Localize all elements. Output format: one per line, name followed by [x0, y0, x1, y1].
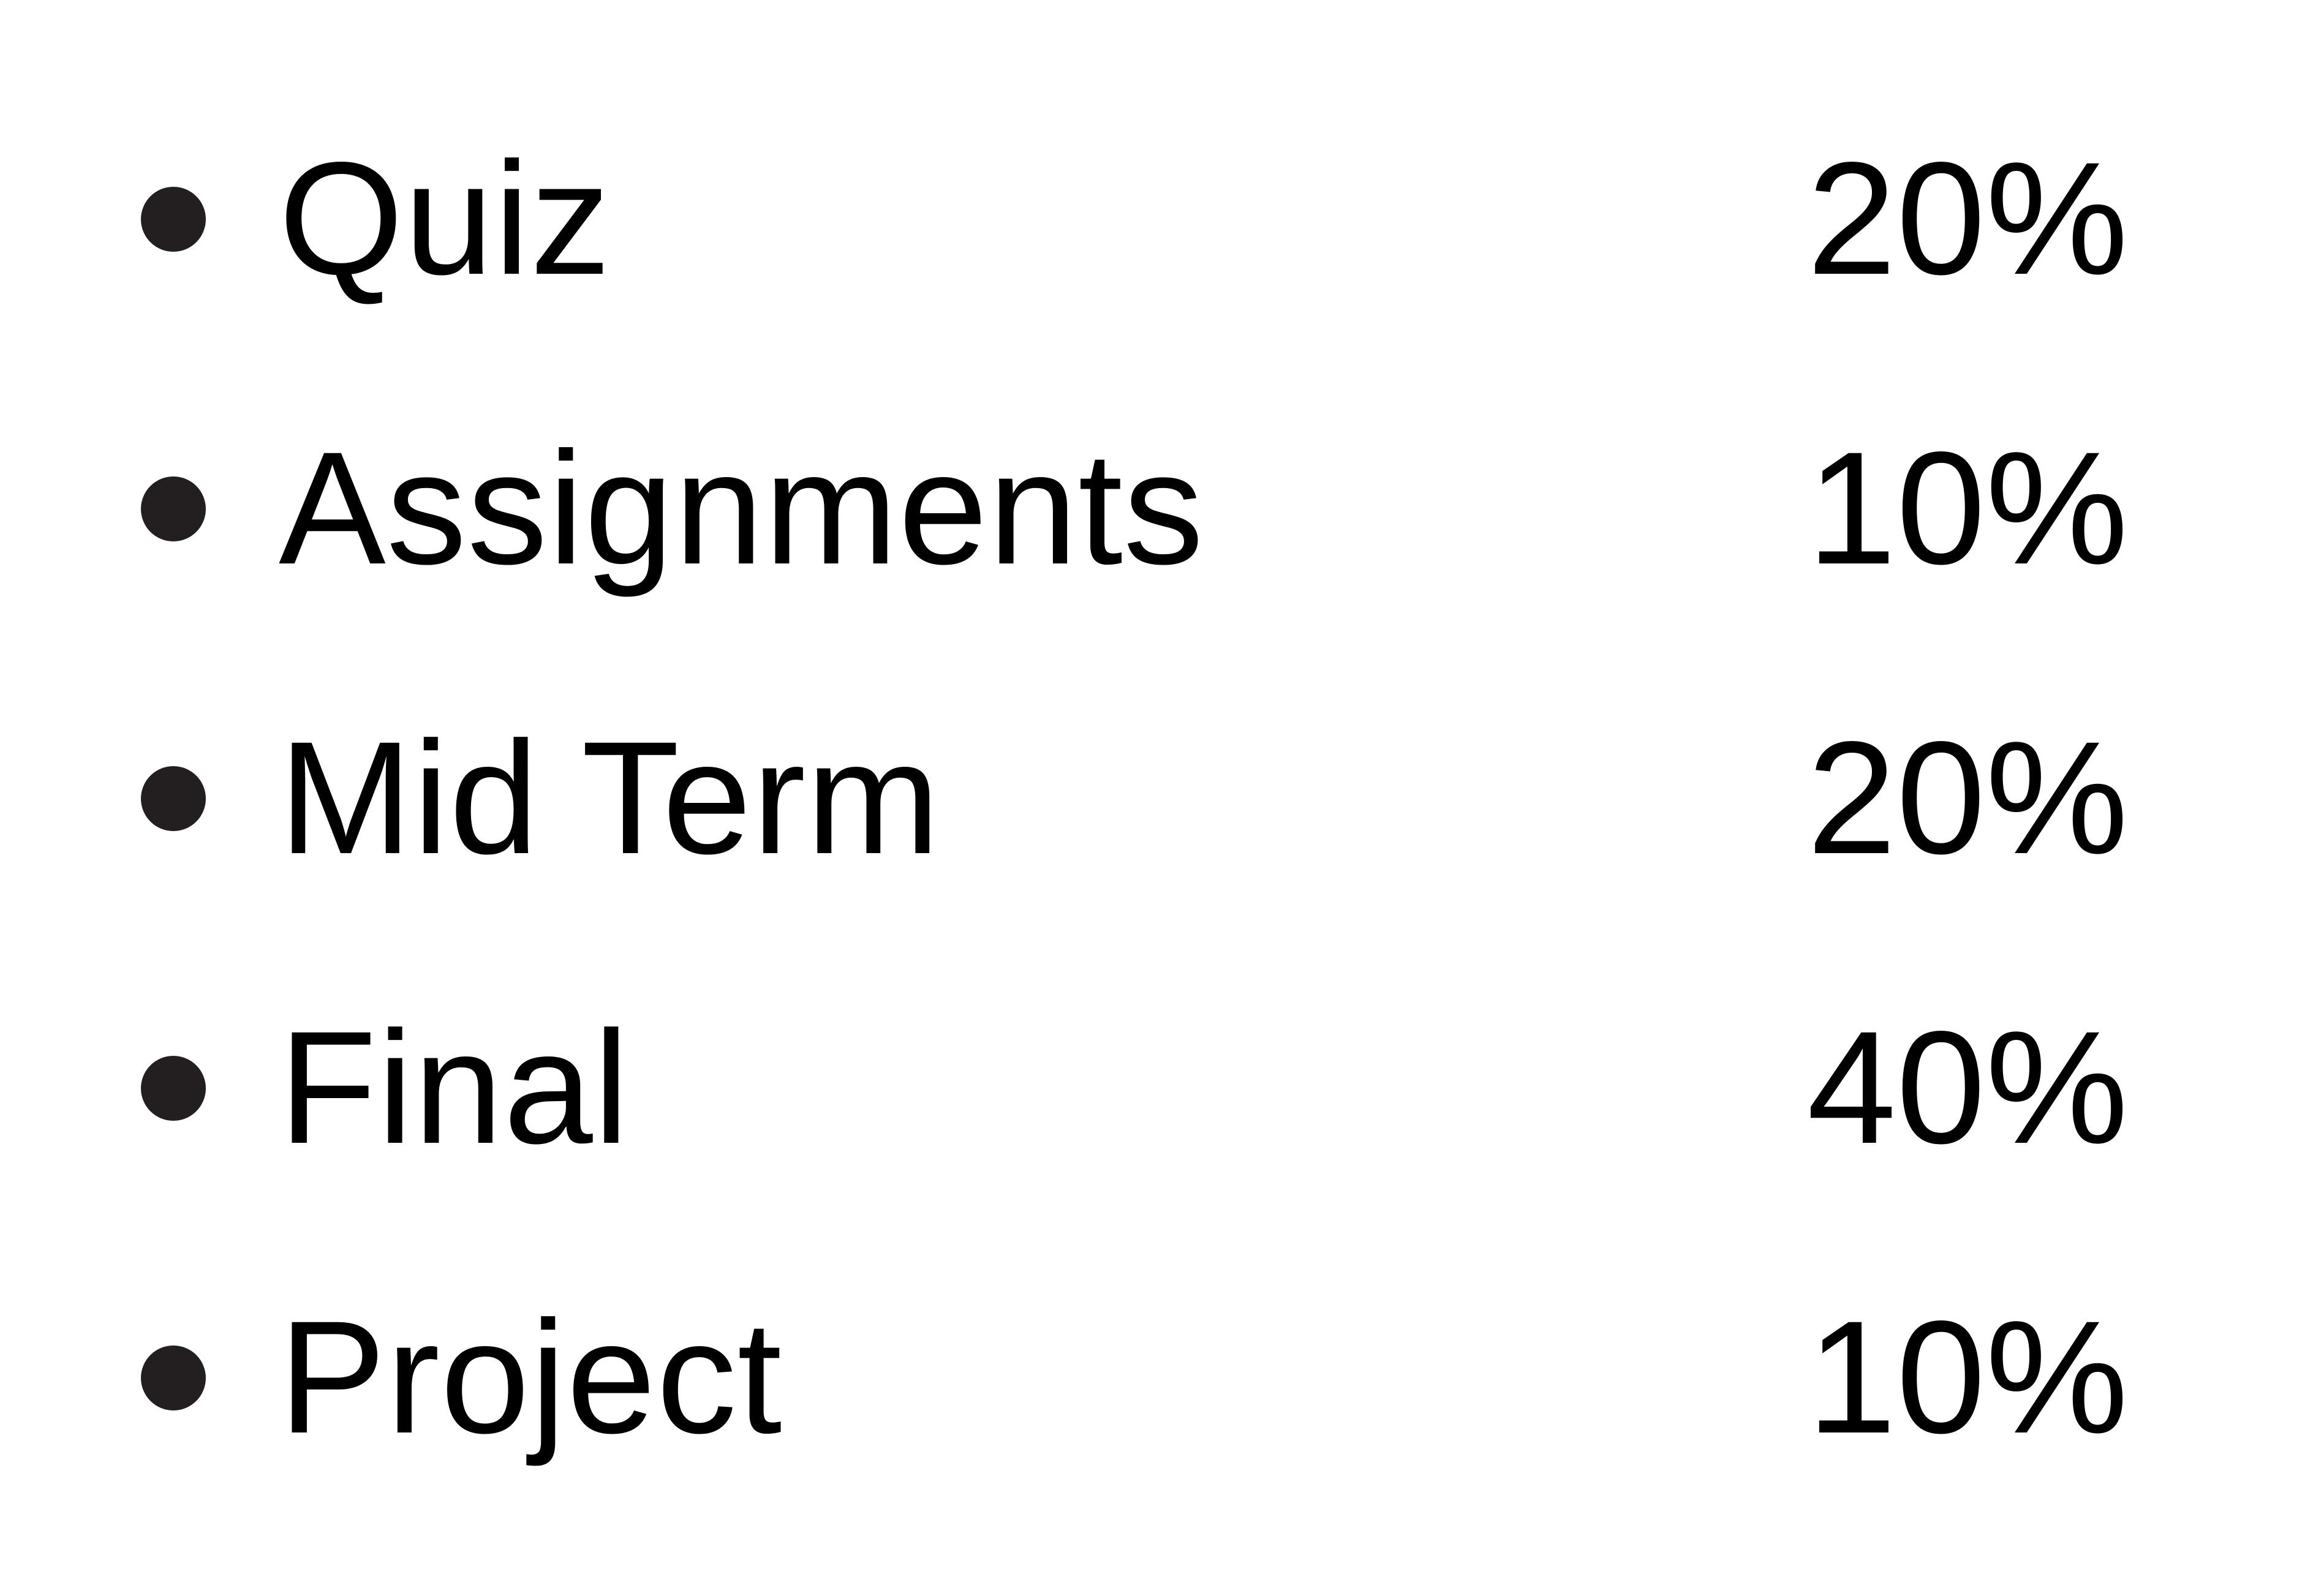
- bullet-icon: [141, 1056, 206, 1121]
- list-item-project: Project 10%: [0, 1287, 2324, 1467]
- list-item-assignments: Assignments 10%: [0, 418, 2324, 598]
- item-weight: 10%: [1807, 418, 2129, 598]
- bullet-icon: [141, 1346, 206, 1410]
- item-label: Project: [279, 1287, 783, 1467]
- grade-weight-list: Quiz 20% Assignments 10% Mid Term 20% Fi…: [0, 0, 2324, 1596]
- bullet-icon: [141, 766, 206, 831]
- item-label: Assignments: [279, 418, 1204, 598]
- item-weight: 40%: [1807, 998, 2129, 1177]
- list-item-mid-term: Mid Term 20%: [0, 718, 2324, 878]
- list-item-final: Final 40%: [0, 998, 2324, 1177]
- list-item-quiz: Quiz 20%: [0, 129, 2324, 308]
- bullet-icon: [141, 187, 206, 252]
- bullet-icon: [141, 476, 206, 541]
- item-weight: 20%: [1807, 708, 2129, 887]
- item-label: Mid Term: [279, 708, 941, 887]
- item-weight: 20%: [1807, 129, 2129, 308]
- item-label: Final: [279, 998, 630, 1177]
- item-label: Quiz: [279, 129, 611, 308]
- item-weight: 10%: [1807, 1287, 2129, 1467]
